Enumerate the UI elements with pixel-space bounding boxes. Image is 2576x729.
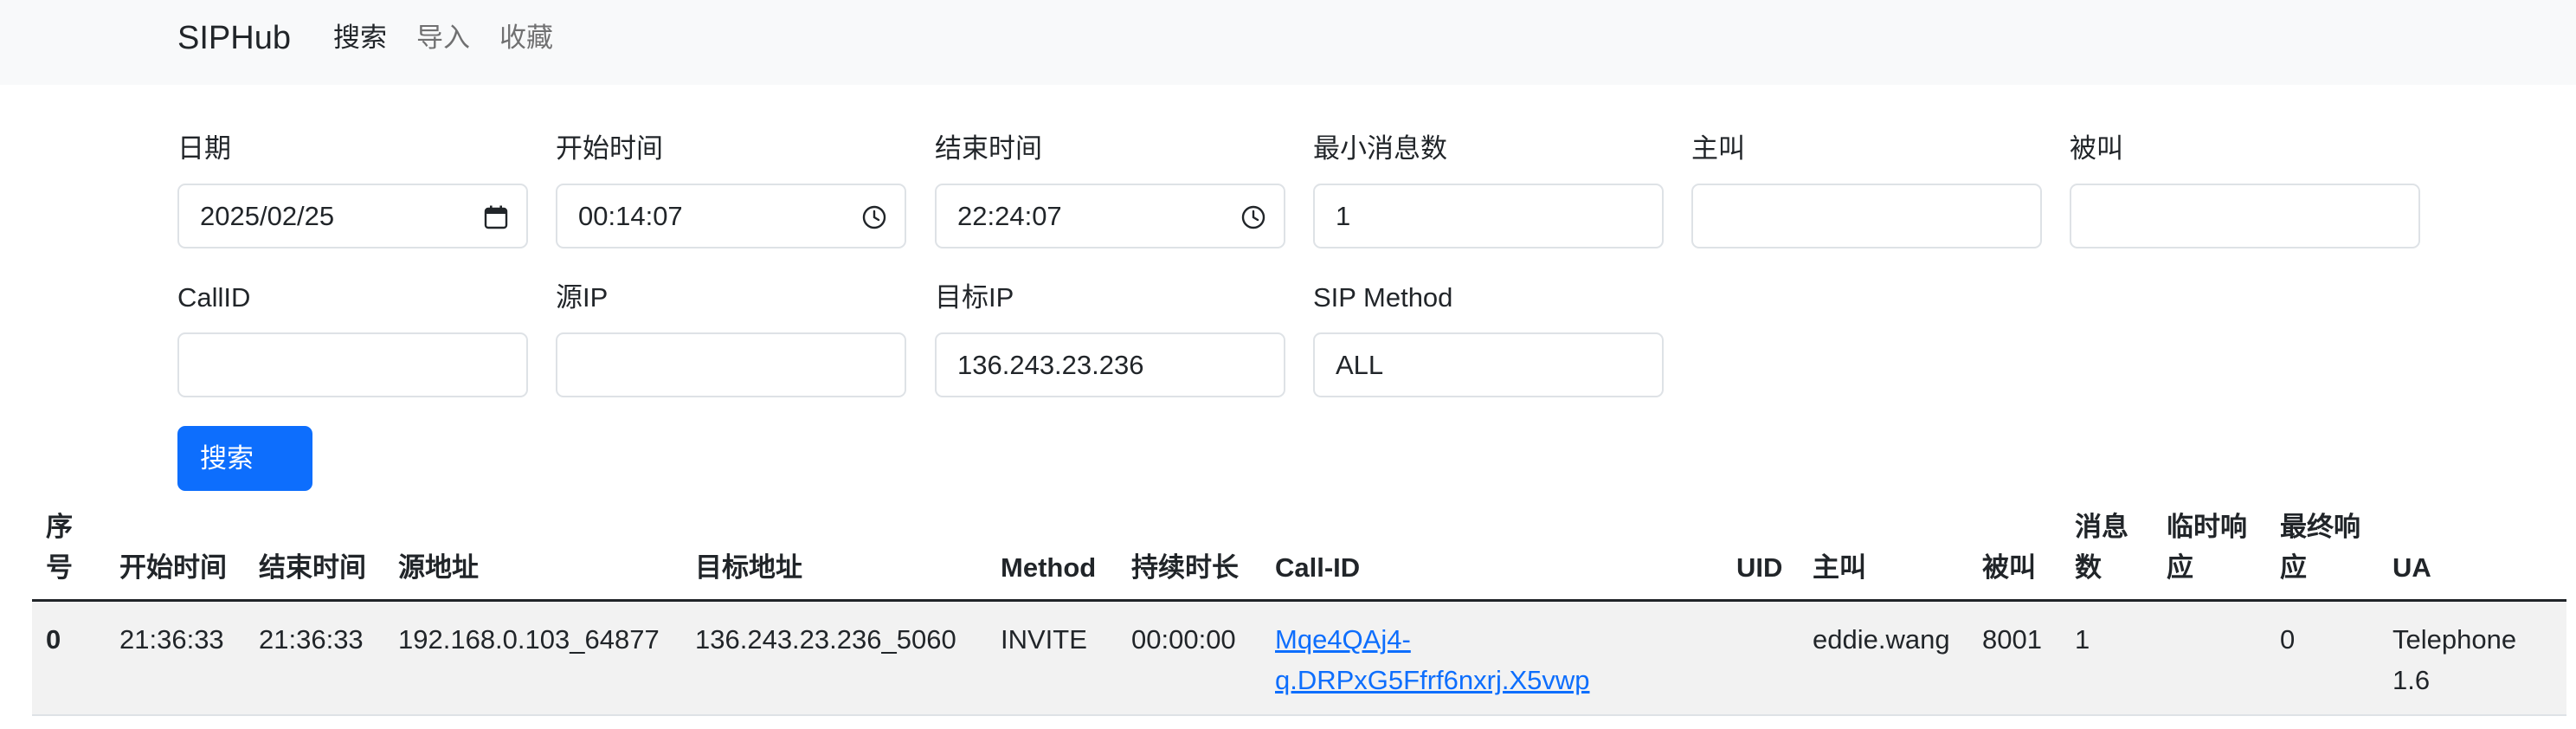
nav-link-favorites[interactable]: 收藏 <box>499 19 553 57</box>
date-value: 2025/02/25 <box>200 201 335 231</box>
th-call-id: Call-ID <box>1275 552 1361 583</box>
th-ua: UA <box>2392 552 2431 583</box>
th-uid: UID <box>1736 552 1783 583</box>
navbar: SIPHub 搜索 导入 收藏 <box>0 0 2576 85</box>
th-callee: 被叫 <box>1982 552 2036 583</box>
callee-label: 被叫 <box>2070 133 2123 164</box>
caller-input[interactable] <box>1691 184 2042 248</box>
target-ip-value: 136.243.23.236 <box>957 350 1144 380</box>
min-messages-label: 最小消息数 <box>1313 133 1447 164</box>
th-method: Method <box>1001 552 1097 583</box>
cell-caller: eddie.wang <box>1813 624 1950 655</box>
date-input[interactable]: 2025/02/25 <box>177 184 528 248</box>
calendar-icon[interactable] <box>483 204 509 230</box>
cell-target-addr: 136.243.23.236_5060 <box>695 624 956 655</box>
callee-input[interactable] <box>2070 184 2420 248</box>
call-id-link-line-1: Mqe4QAj4- <box>1275 624 1411 655</box>
th-end-time: 结束时间 <box>259 552 366 583</box>
target-ip-input[interactable]: 136.243.23.236 <box>935 332 1285 397</box>
cell-start-time: 21:36:33 <box>119 624 224 655</box>
sip-method-value: ALL <box>1336 350 1384 380</box>
th-duration: 持续时长 <box>1131 552 1239 583</box>
start-time-label: 开始时间 <box>556 133 663 164</box>
source-ip-input[interactable] <box>556 332 906 397</box>
cell-source-addr: 192.168.0.103_64877 <box>398 624 660 655</box>
call-id-input[interactable] <box>177 332 528 397</box>
search-button[interactable]: 搜索 <box>177 426 312 491</box>
sip-method-select[interactable]: ALL <box>1313 332 1664 397</box>
th-target-addr: 目标地址 <box>695 552 802 583</box>
th-final-1: 最终响 <box>2280 512 2360 542</box>
cell-msg-count: 1 <box>2075 624 2090 655</box>
clock-icon[interactable] <box>861 204 887 230</box>
call-id-link[interactable]: Mqe4QAj4- q.DRPxG5Ffrf6nxrj.X5vwp <box>1275 619 1590 700</box>
min-messages-value: 1 <box>1336 201 1351 231</box>
th-msg-count-2: 数 <box>2075 552 2102 583</box>
end-time-label: 结束时间 <box>935 133 1042 164</box>
cell-final: 0 <box>2280 624 2296 655</box>
cell-index: 0 <box>46 624 61 655</box>
cell-method: INVITE <box>1001 624 1087 655</box>
call-id-label: CallID <box>177 282 251 313</box>
cell-ua-line-2: 1.6 <box>2392 665 2431 695</box>
nav-link-search[interactable]: 搜索 <box>333 19 387 57</box>
cell-duration: 00:00:00 <box>1131 624 1236 655</box>
th-start-time: 开始时间 <box>119 552 227 583</box>
sip-method-label: SIP Method <box>1313 282 1453 313</box>
start-time-input[interactable]: 00:14:07 <box>556 184 906 248</box>
th-msg-count-1: 消息 <box>2075 512 2128 542</box>
clock-icon[interactable] <box>1240 204 1266 230</box>
table-row-divider <box>32 714 2566 716</box>
th-caller: 主叫 <box>1813 552 1866 583</box>
caller-label: 主叫 <box>1691 133 1745 164</box>
start-time-value: 00:14:07 <box>578 201 683 231</box>
date-label: 日期 <box>177 133 231 164</box>
brand-logo[interactable]: SIPHub <box>177 17 291 59</box>
th-provisional-1: 临时响 <box>2167 512 2247 542</box>
th-index-2: 号 <box>46 552 73 583</box>
target-ip-label: 目标IP <box>935 282 1014 313</box>
th-final-2: 应 <box>2280 552 2307 583</box>
th-provisional-2: 应 <box>2167 552 2193 583</box>
nav-link-import[interactable]: 导入 <box>416 19 470 57</box>
cell-callee: 8001 <box>1982 624 2042 655</box>
cell-end-time: 21:36:33 <box>259 624 364 655</box>
min-messages-input[interactable]: 1 <box>1313 184 1664 248</box>
end-time-value: 22:24:07 <box>957 201 1062 231</box>
cell-ua-line-1: Telephone <box>2392 624 2517 655</box>
call-id-link-line-2: q.DRPxG5Ffrf6nxrj.X5vwp <box>1275 665 1590 695</box>
th-index-1: 序 <box>46 512 73 542</box>
source-ip-label: 源IP <box>556 282 609 313</box>
th-source-addr: 源地址 <box>398 552 479 583</box>
end-time-input[interactable]: 22:24:07 <box>935 184 1285 248</box>
cell-ua: Telephone 1.6 <box>2392 619 2516 700</box>
